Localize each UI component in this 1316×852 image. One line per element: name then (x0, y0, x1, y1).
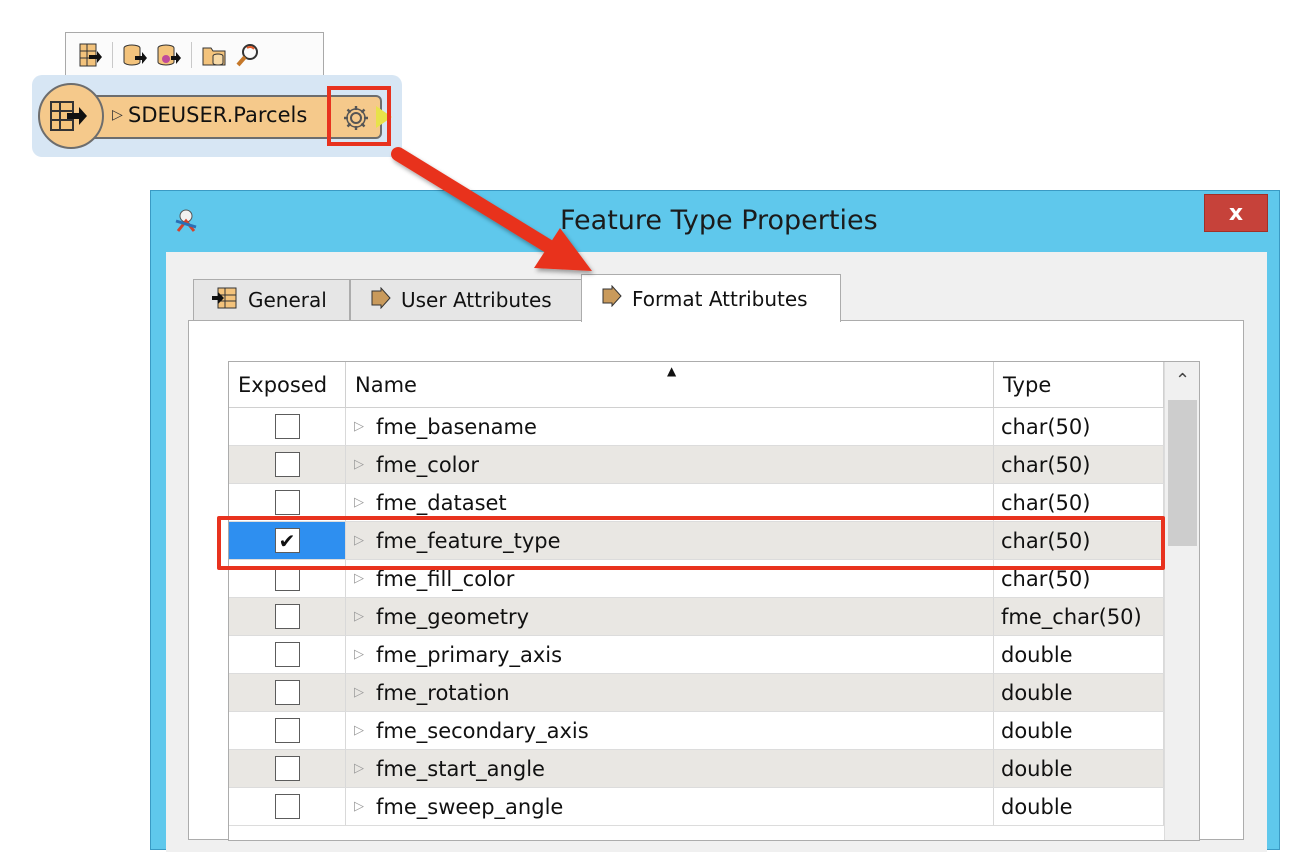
type-cell: double (994, 636, 1164, 674)
exposed-cell (229, 712, 346, 750)
row-highlight-box (217, 516, 1165, 570)
vertical-scrollbar[interactable]: ⌃ (1164, 362, 1199, 840)
attribute-name: fme_secondary_axis (376, 718, 589, 743)
column-header-label: Name (355, 372, 417, 397)
attribute-name: fme_rotation (376, 680, 510, 705)
toolbar-separator (112, 41, 113, 68)
close-button[interactable]: x (1204, 194, 1268, 232)
exposed-checkbox[interactable] (274, 680, 300, 705)
tab-user-attributes[interactable]: User Attributes (350, 279, 582, 321)
exposed-checkbox[interactable] (274, 642, 300, 667)
expand-triangle-icon[interactable]: ▷ (354, 685, 364, 700)
attribute-name: fme_dataset (376, 490, 507, 515)
reader-feature-type-icon[interactable] (76, 41, 104, 69)
table-row[interactable]: ▷ fme_secondary_axis double (229, 712, 1164, 750)
exposed-cell (229, 750, 346, 788)
name-cell: ▷ fme_geometry (346, 598, 994, 636)
attribute-name: fme_start_angle (376, 756, 545, 781)
expand-triangle-icon[interactable]: ▷ (354, 647, 364, 662)
table-row[interactable]: ▷ fme_sweep_angle double (229, 788, 1164, 826)
table-row[interactable]: ▷ fme_basename char(50) (229, 408, 1164, 446)
exposed-checkbox[interactable] (274, 414, 300, 439)
toolbar-separator (191, 41, 192, 68)
attribute-name: fme_fill_color (376, 566, 515, 591)
feature-type-label: SDEUSER.Parcels (128, 103, 308, 127)
expand-triangle-icon[interactable]: ▷ (354, 723, 364, 738)
attribute-name: fme_primary_axis (376, 642, 563, 667)
exposed-cell (229, 598, 346, 636)
workspace-toolbar (65, 32, 324, 77)
scroll-up-chevron-icon[interactable]: ⌃ (1165, 362, 1199, 398)
attribute-name: fme_geometry (376, 604, 530, 629)
open-folder-icon[interactable] (200, 41, 228, 69)
attribute-name: fme_basename (376, 414, 537, 439)
exposed-cell (229, 674, 346, 712)
type-cell: double (994, 788, 1164, 826)
type-cell: fme_char(50) (994, 598, 1164, 636)
exposed-cell (229, 788, 346, 826)
exposed-cell (229, 636, 346, 674)
attribute-name: fme_color (376, 452, 479, 477)
expand-triangle-icon[interactable]: ▷ (354, 495, 364, 510)
attribute-arrow-icon (369, 286, 391, 314)
tab-label: General (248, 288, 327, 312)
attributes-table: Exposed Name ▲ Type ▷ fme_basename char(5… (228, 361, 1200, 841)
exposed-checkbox[interactable] (274, 604, 300, 629)
type-cell: double (994, 712, 1164, 750)
type-cell: char(50) (994, 446, 1164, 484)
expand-triangle-icon[interactable]: ▷ (354, 457, 364, 472)
name-cell: ▷ fme_color (346, 446, 994, 484)
exposed-cell (229, 408, 346, 446)
table-row[interactable]: ▷ fme_rotation double (229, 674, 1164, 712)
tab-label: Format Attributes (632, 286, 808, 311)
name-cell: ▷ fme_sweep_angle (346, 788, 994, 826)
expand-triangle-icon[interactable]: ▷ (354, 609, 364, 624)
scrollbar-thumb[interactable] (1168, 400, 1197, 546)
fme-app-icon (172, 207, 202, 237)
exposed-checkbox[interactable] (274, 794, 300, 819)
name-cell: ▷ fme_primary_axis (346, 636, 994, 674)
name-cell: ▷ fme_rotation (346, 674, 994, 712)
table-row[interactable]: ▷ fme_geometry fme_char(50) (229, 598, 1164, 636)
general-table-icon (212, 287, 238, 314)
name-cell: ▷ fme_start_angle (346, 750, 994, 788)
attribute-arrow-icon (600, 284, 622, 312)
expand-triangle-icon[interactable]: ▷ (354, 419, 364, 434)
table-row[interactable]: ▷ fme_color char(50) (229, 446, 1164, 484)
type-cell: double (994, 674, 1164, 712)
type-cell: double (994, 750, 1164, 788)
column-header-type[interactable]: Type (994, 362, 1164, 408)
table-row[interactable]: ▷ fme_primary_axis double (229, 636, 1164, 674)
add-writer-icon[interactable] (121, 41, 149, 69)
close-icon: x (1228, 200, 1244, 226)
inspector-icon[interactable] (234, 41, 262, 69)
tab-label: User Attributes (401, 288, 552, 312)
name-cell: ▷ fme_secondary_axis (346, 712, 994, 750)
add-dynamic-writer-icon[interactable] (155, 41, 183, 69)
column-header-exposed[interactable]: Exposed (229, 362, 346, 408)
expand-triangle-icon[interactable]: ▷ (354, 799, 364, 814)
attribute-name: fme_sweep_angle (376, 794, 564, 819)
feature-type-node-icon[interactable] (38, 83, 104, 149)
name-cell: ▷ fme_basename (346, 408, 994, 446)
gear-highlight-box (327, 86, 391, 146)
exposed-checkbox[interactable] (274, 452, 300, 477)
exposed-checkbox[interactable] (274, 756, 300, 781)
type-cell: char(50) (994, 408, 1164, 446)
dialog-title: Feature Type Properties (560, 205, 878, 236)
exposed-checkbox[interactable] (274, 718, 300, 743)
tab-format-attributes[interactable]: Format Attributes (581, 274, 841, 322)
exposed-cell (229, 446, 346, 484)
expand-triangle-icon[interactable]: ▷ (354, 571, 364, 586)
expand-triangle-icon[interactable]: ▷ (354, 761, 364, 776)
exposed-checkbox[interactable] (274, 490, 300, 515)
table-row[interactable]: ▷ fme_start_angle double (229, 750, 1164, 788)
tab-general[interactable]: General (193, 279, 350, 321)
node-expand-triangle-icon[interactable]: ▷ (112, 107, 123, 123)
sort-ascending-icon: ▲ (667, 364, 677, 378)
